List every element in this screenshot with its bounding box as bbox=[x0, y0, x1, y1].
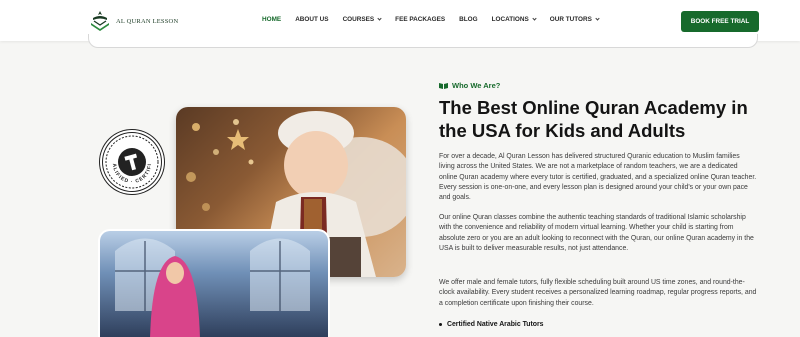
woman-praying-image bbox=[98, 229, 330, 337]
previous-section-card bbox=[88, 34, 758, 48]
nav-home[interactable]: HOME bbox=[262, 16, 281, 23]
main-nav: HOME ABOUT US COURSES FEE PACKAGES BLOG … bbox=[262, 16, 613, 23]
nav-our-tutors[interactable]: OUR TUTORS bbox=[549, 16, 600, 23]
bullet-text: Certified Native Arabic Tutors bbox=[447, 321, 544, 328]
bullet-icon bbox=[439, 323, 442, 326]
nav-about-us-label: ABOUT US bbox=[295, 16, 329, 23]
nav-home-label: HOME bbox=[262, 16, 282, 23]
eyebrow-text: Who We Are? bbox=[452, 81, 501, 90]
chevron-down-icon bbox=[377, 16, 382, 21]
section-eyebrow: Who We Are? bbox=[439, 81, 500, 90]
list-item: Certified Native Arabic Tutors bbox=[439, 321, 544, 328]
logo[interactable]: AL QURAN LESSON bbox=[88, 10, 178, 32]
nav-about-us[interactable]: ABOUT US bbox=[295, 16, 328, 23]
section-title: The Best Online Quran Academy in the USA… bbox=[439, 97, 748, 141]
book-icon bbox=[439, 83, 448, 89]
paragraph-2: Our online Quran classes combine the aut… bbox=[439, 214, 754, 252]
paragraph-3: We offer male and female tutors, fully f… bbox=[439, 279, 757, 307]
paragraph-1: For over a decade, Al Quran Lesson has d… bbox=[439, 153, 757, 202]
nav-fee-packages[interactable]: FEE PACKAGES bbox=[395, 16, 445, 23]
quran-logo-icon bbox=[88, 10, 112, 32]
certified-badge: QUALIFIED · CERTIFIED bbox=[103, 133, 161, 191]
brand-name: AL QURAN LESSON bbox=[116, 17, 179, 25]
book-free-trial-button[interactable]: BOOK FREE TRIAL bbox=[681, 11, 759, 32]
nav-fee-packages-label: FEE PACKAGES bbox=[395, 16, 446, 23]
nav-locations-label: LOCATIONS bbox=[491, 16, 529, 23]
chevron-down-icon bbox=[595, 16, 600, 21]
chevron-down-icon bbox=[532, 16, 537, 21]
nav-courses[interactable]: COURSES bbox=[343, 16, 382, 23]
nav-locations[interactable]: LOCATIONS bbox=[491, 16, 537, 23]
nav-blog[interactable]: BLOG bbox=[459, 16, 477, 23]
nav-our-tutors-label: OUR TUTORS bbox=[549, 16, 592, 23]
nav-courses-label: COURSES bbox=[342, 16, 375, 23]
nav-blog-label: BLOG bbox=[459, 16, 478, 23]
